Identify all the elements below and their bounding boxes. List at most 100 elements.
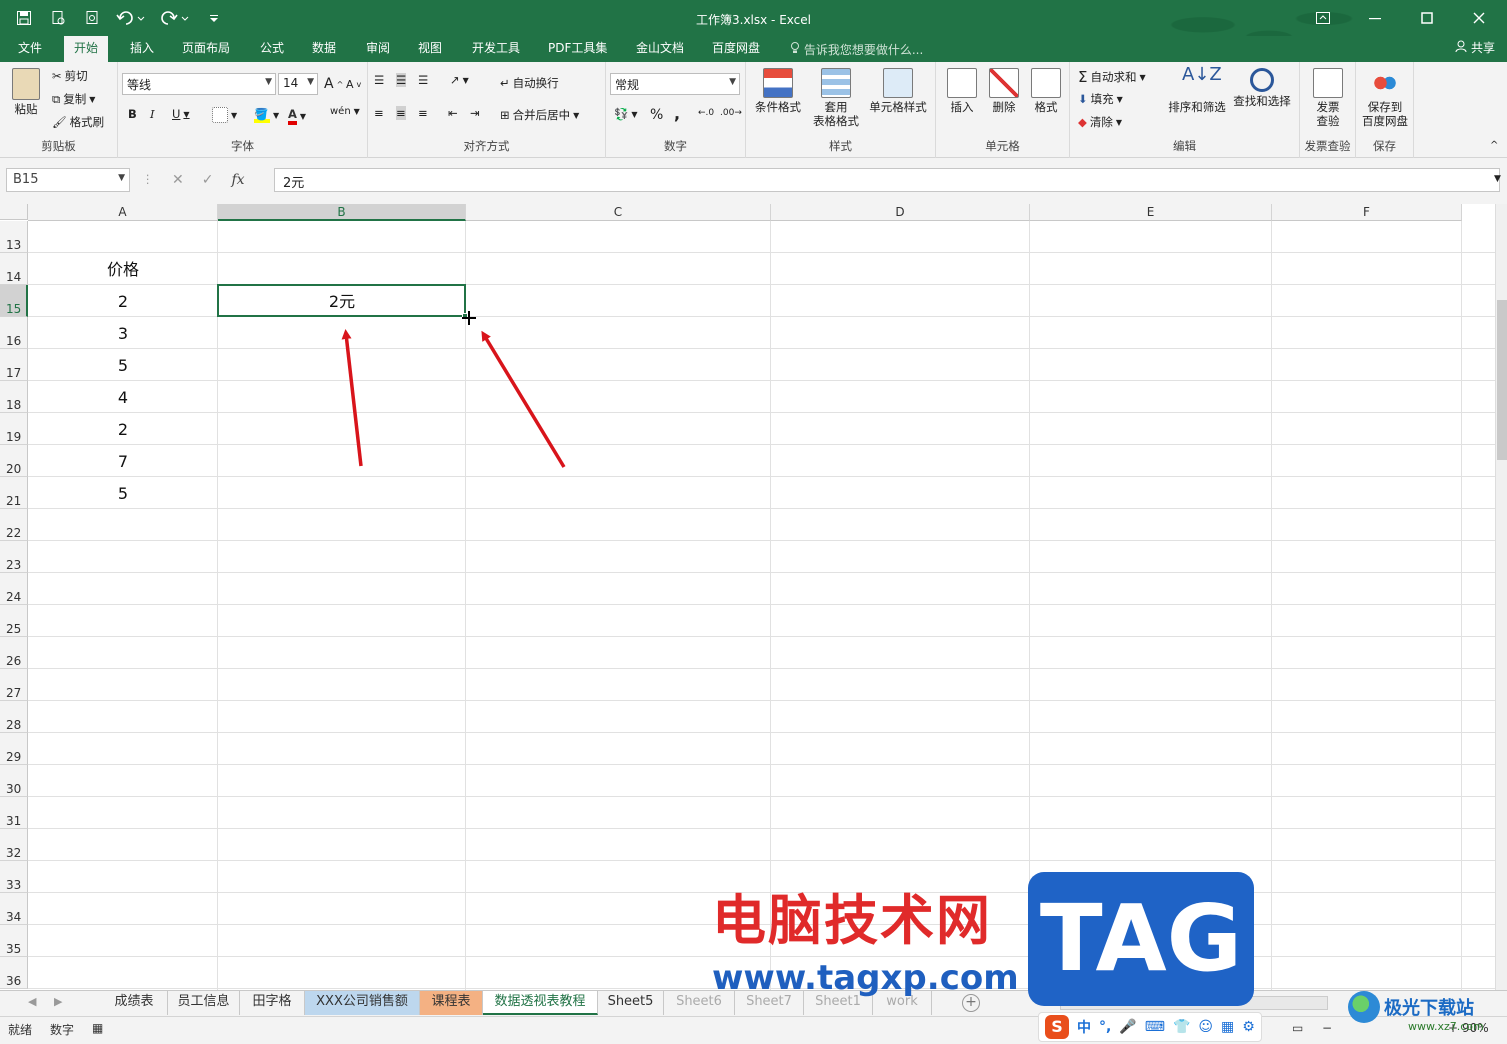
select-all-corner[interactable]: [0, 204, 28, 220]
row-header-35[interactable]: 35: [0, 925, 28, 957]
row-header-20[interactable]: 20: [0, 445, 28, 477]
row-header-29[interactable]: 29: [0, 733, 28, 765]
cell-a17[interactable]: 5: [28, 349, 218, 381]
delete-cells-button[interactable]: 删除: [986, 68, 1022, 114]
sheet-tab[interactable]: 田字格: [240, 991, 305, 1015]
number-format-combo[interactable]: 常规 ▼: [610, 73, 740, 95]
vertical-scrollbar[interactable]: [1495, 204, 1507, 990]
ime-language[interactable]: 中: [1077, 1017, 1091, 1037]
tell-me-box[interactable]: 告诉我您想要做什么...: [790, 41, 923, 58]
sheet-tab[interactable]: 员工信息: [168, 991, 240, 1015]
insert-function-icon[interactable]: fx: [231, 172, 244, 188]
emoji-icon[interactable]: ☺: [1198, 1019, 1213, 1035]
zoom-out-icon[interactable]: −: [1322, 1021, 1332, 1035]
row-header-28[interactable]: 28: [0, 701, 28, 733]
format-cells-button[interactable]: 格式: [1028, 68, 1064, 114]
tab-file[interactable]: 文件: [8, 36, 52, 62]
decrease-decimal-button[interactable]: .00→: [720, 108, 742, 118]
tab-view[interactable]: 视图: [408, 36, 452, 62]
share-button[interactable]: 共享: [1455, 36, 1495, 62]
percent-button[interactable]: %: [650, 107, 663, 123]
sheet-tab[interactable]: 成绩表: [101, 991, 168, 1015]
tab-home[interactable]: 开始: [64, 36, 109, 62]
row-header-18[interactable]: 18: [0, 381, 28, 413]
maximize-icon[interactable]: [1413, 8, 1441, 28]
minimize-icon[interactable]: [1361, 8, 1389, 28]
tab-baidu-netdisk[interactable]: 百度网盘: [702, 36, 770, 62]
invoice-check-button[interactable]: 发票 查验: [1306, 68, 1350, 128]
cell-a19[interactable]: 2: [28, 413, 218, 445]
cell-a14[interactable]: 价格: [28, 253, 218, 285]
row-header-23[interactable]: 23: [0, 541, 28, 573]
row-header-22[interactable]: 22: [0, 509, 28, 541]
sort-filter-button[interactable]: A↓Z 排序和筛选: [1166, 66, 1228, 115]
tab-developer[interactable]: 开发工具: [462, 36, 530, 62]
shrink-font-button[interactable]: Av: [346, 78, 361, 91]
paste-button[interactable]: 粘贴: [8, 68, 44, 116]
page-layout-view-icon[interactable]: ▭: [1292, 1021, 1303, 1035]
tab-insert[interactable]: 插入: [120, 36, 164, 62]
column-header-b[interactable]: B: [218, 204, 466, 221]
tab-data[interactable]: 数据: [302, 36, 346, 62]
align-center-button[interactable]: ≡: [396, 106, 406, 120]
tab-review[interactable]: 审阅: [356, 36, 400, 62]
column-header-d[interactable]: D: [771, 204, 1030, 221]
row-header-21[interactable]: 21: [0, 477, 28, 509]
insert-cells-button[interactable]: 插入: [944, 68, 980, 114]
middle-align-button[interactable]: ☰: [396, 73, 407, 87]
row-header-15[interactable]: 15: [0, 285, 28, 317]
cancel-entry-icon[interactable]: ✕: [172, 172, 184, 188]
decrease-indent-button[interactable]: ⇤: [448, 106, 458, 120]
row-header-34[interactable]: 34: [0, 893, 28, 925]
row-header-36[interactable]: 36: [0, 957, 28, 989]
comma-button[interactable]: ,: [674, 104, 680, 123]
sheet-tab[interactable]: 数据透视表教程: [483, 991, 598, 1015]
bold-button[interactable]: B: [128, 107, 137, 121]
name-box[interactable]: B15 ▼: [6, 168, 130, 192]
row-header-16[interactable]: 16: [0, 317, 28, 349]
row-header-25[interactable]: 25: [0, 605, 28, 637]
cell-a16[interactable]: 3: [28, 317, 218, 349]
row-header-19[interactable]: 19: [0, 413, 28, 445]
align-left-button[interactable]: ≡: [374, 106, 384, 120]
skin-icon[interactable]: 👕: [1173, 1019, 1190, 1035]
row-header-17[interactable]: 17: [0, 349, 28, 381]
cut-button[interactable]: ✂ 剪切: [52, 68, 88, 84]
toolbox-icon[interactable]: ▦: [1221, 1019, 1234, 1035]
sheet-tab[interactable]: XXX公司销售额: [305, 991, 420, 1015]
settings-icon[interactable]: ⚙: [1242, 1019, 1255, 1035]
column-header-e[interactable]: E: [1030, 204, 1272, 221]
expand-formula-bar-icon[interactable]: ▼: [1494, 174, 1501, 184]
confirm-entry-icon[interactable]: ✓: [202, 172, 214, 188]
row-header-13[interactable]: 13: [0, 221, 28, 253]
row-header-26[interactable]: 26: [0, 637, 28, 669]
cell-a15[interactable]: 2: [28, 285, 218, 317]
borders-button[interactable]: ▼: [212, 107, 237, 123]
underline-button[interactable]: U ▼: [172, 107, 190, 121]
tab-pdf-tools[interactable]: PDF工具集: [538, 36, 617, 62]
merge-center-button[interactable]: ⊞ 合并后居中 ▼: [500, 107, 579, 123]
vertical-scroll-thumb[interactable]: [1497, 300, 1507, 460]
orientation-button[interactable]: ↗ ▼: [450, 73, 469, 87]
row-header-27[interactable]: 27: [0, 669, 28, 701]
spreadsheet-grid[interactable]: A B C D E F 13 14 15 16 17 18 19 20 21 22 23 24 25 26 27 28 29…: [0, 204, 1495, 990]
font-name-combo[interactable]: 等线 ▼: [122, 73, 276, 95]
fill-handle[interactable]: [462, 313, 468, 319]
row-header-30[interactable]: 30: [0, 765, 28, 797]
bottom-align-button[interactable]: ☰: [418, 73, 428, 87]
row-header-24[interactable]: 24: [0, 573, 28, 605]
find-select-button[interactable]: 查找和选择: [1230, 68, 1294, 108]
tab-page-layout[interactable]: 页面布局: [172, 36, 240, 62]
increase-decimal-button[interactable]: ←.0: [698, 108, 714, 118]
cell-a20[interactable]: 7: [28, 445, 218, 477]
currency-button[interactable]: 💱 ▼: [614, 107, 637, 121]
font-color-button[interactable]: A ▼: [288, 107, 306, 125]
prev-sheet-icon[interactable]: ◀: [28, 995, 36, 1008]
microphone-icon[interactable]: 🎤: [1119, 1019, 1136, 1035]
sheet-tab[interactable]: Sheet5: [598, 991, 664, 1015]
clear-button[interactable]: ◆ 清除 ▼: [1078, 114, 1122, 130]
column-header-c[interactable]: C: [466, 204, 771, 221]
align-right-button[interactable]: ≡: [418, 106, 428, 120]
row-header-31[interactable]: 31: [0, 797, 28, 829]
ribbon-display-options-icon[interactable]: [1309, 8, 1337, 28]
